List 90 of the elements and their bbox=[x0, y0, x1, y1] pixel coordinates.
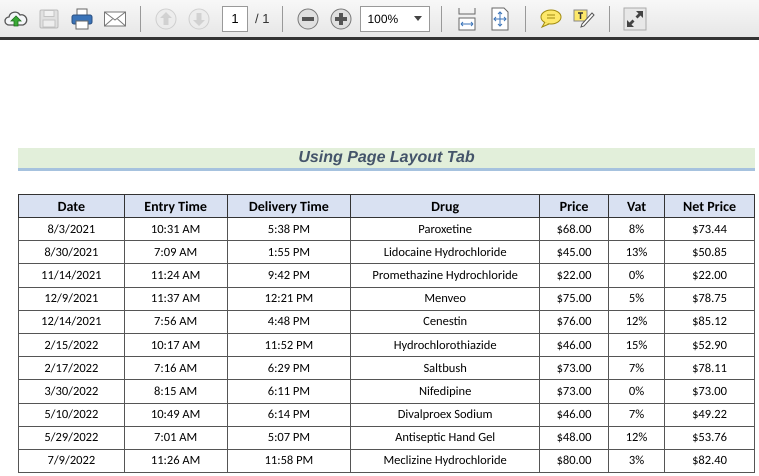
table-cell: Saltbush bbox=[350, 356, 540, 380]
table-cell: $82.40 bbox=[664, 449, 754, 473]
table-cell: 11:26 AM bbox=[124, 449, 228, 473]
table-cell: $52.90 bbox=[664, 333, 754, 357]
table-cell: 6:14 PM bbox=[227, 403, 351, 426]
table-cell: Promethazine Hydrochloride bbox=[350, 264, 540, 288]
page-number-field[interactable]: 1 bbox=[222, 6, 248, 32]
table-cell: 0% bbox=[608, 380, 665, 403]
table-cell: Antiseptic Hand Gel bbox=[350, 426, 540, 450]
expand-icon[interactable] bbox=[621, 4, 650, 32]
table-cell: $73.44 bbox=[664, 218, 754, 241]
table-cell: 10:49 AM bbox=[124, 403, 228, 426]
table-cell: 7:01 AM bbox=[124, 426, 228, 450]
table-cell: 7% bbox=[608, 356, 665, 380]
table-cell: 3% bbox=[608, 449, 665, 473]
table-cell: $53.76 bbox=[664, 426, 754, 450]
table-cell: 12/9/2021 bbox=[18, 287, 124, 310]
table-cell: 12/14/2021 bbox=[18, 310, 124, 334]
table-cell: 5/10/2022 bbox=[18, 403, 124, 426]
table-cell: Menveo bbox=[350, 287, 540, 310]
column-header: Delivery Time bbox=[227, 194, 351, 218]
table-cell: 13% bbox=[608, 240, 665, 264]
table-cell: Meclizine Hydrochloride bbox=[350, 449, 540, 473]
table-cell: $48.00 bbox=[540, 426, 609, 450]
table-cell: 1:55 PM bbox=[227, 240, 351, 264]
sheet-title: Using Page Layout Tab bbox=[18, 148, 755, 171]
table-cell: 12% bbox=[608, 310, 665, 334]
table-cell: 8/3/2021 bbox=[18, 218, 124, 241]
table-cell: Lidocaine Hydrochloride bbox=[350, 240, 540, 264]
table-cell: 11:37 AM bbox=[124, 287, 228, 310]
table-cell: 6:29 PM bbox=[227, 356, 351, 380]
zoom-dropdown[interactable]: 100% bbox=[360, 6, 430, 32]
table-cell: 8% bbox=[608, 218, 665, 241]
table-cell: $22.00 bbox=[540, 264, 609, 288]
table-cell: 0% bbox=[608, 264, 665, 288]
table-cell: 5:07 PM bbox=[227, 426, 351, 450]
table-cell: 7:09 AM bbox=[124, 240, 228, 264]
table-cell: 12% bbox=[608, 426, 665, 450]
table-cell: $50.85 bbox=[664, 240, 754, 264]
table-cell: 9:42 PM bbox=[227, 264, 351, 288]
table-cell: $46.00 bbox=[540, 333, 609, 357]
caret-icon bbox=[414, 16, 422, 21]
table-cell: 12:21 PM bbox=[227, 287, 351, 310]
table-cell: 5:38 PM bbox=[227, 218, 351, 241]
column-header: Entry Time bbox=[124, 194, 228, 218]
table-cell: 7/9/2022 bbox=[18, 449, 124, 473]
column-header: Net Price bbox=[664, 194, 754, 218]
table-cell: $73.00 bbox=[664, 380, 754, 403]
table-cell: 7:56 AM bbox=[124, 310, 228, 334]
table-cell: $85.12 bbox=[664, 310, 754, 334]
table-cell: Divalproex Sodium bbox=[350, 403, 540, 426]
table-cell: $78.75 bbox=[664, 287, 754, 310]
table-cell: 11:24 AM bbox=[124, 264, 228, 288]
column-header: Price bbox=[540, 194, 609, 218]
table-cell: 5/29/2022 bbox=[18, 426, 124, 450]
table-cell: 11:52 PM bbox=[227, 333, 351, 357]
table-cell: $78.11 bbox=[664, 356, 754, 380]
table-cell: 6:11 PM bbox=[227, 380, 351, 403]
table-cell: $68.00 bbox=[540, 218, 609, 241]
table-cell: $73.00 bbox=[540, 380, 609, 403]
table-cell: 11/14/2021 bbox=[18, 264, 124, 288]
table-cell: $75.00 bbox=[540, 287, 609, 310]
table-cell: 8:15 AM bbox=[124, 380, 228, 403]
table-cell: 10:31 AM bbox=[124, 218, 228, 241]
table-cell: 7:16 AM bbox=[124, 356, 228, 380]
table-cell: 3/30/2022 bbox=[18, 380, 124, 403]
table-cell: Paroxetine bbox=[350, 218, 540, 241]
table-cell: 2/17/2022 bbox=[18, 356, 124, 380]
table-cell: Cenestin bbox=[350, 310, 540, 334]
page-count: / 1 bbox=[255, 11, 270, 26]
table-cell: 2/15/2022 bbox=[18, 333, 124, 357]
table-cell: $49.22 bbox=[664, 403, 754, 426]
column-header: Drug bbox=[350, 194, 540, 218]
table-cell: 5% bbox=[608, 287, 665, 310]
table-cell: 10:17 AM bbox=[124, 333, 228, 357]
table-cell: Nifedipine bbox=[350, 380, 540, 403]
table-cell: $80.00 bbox=[540, 449, 609, 473]
table-cell: 4:48 PM bbox=[227, 310, 351, 334]
column-header: Date bbox=[18, 194, 124, 218]
table-cell: 15% bbox=[608, 333, 665, 357]
table-cell: Hydrochlorothiazide bbox=[350, 333, 540, 357]
table-cell: $46.00 bbox=[540, 403, 609, 426]
table-cell: 11:58 PM bbox=[227, 449, 351, 473]
table-cell: $22.00 bbox=[664, 264, 754, 288]
table-cell: $73.00 bbox=[540, 356, 609, 380]
table-cell: $45.00 bbox=[540, 240, 609, 264]
table-cell: $76.00 bbox=[540, 310, 609, 334]
table-cell: 7% bbox=[608, 403, 665, 426]
column-header: Vat bbox=[608, 194, 665, 218]
table-cell: 8/30/2021 bbox=[18, 240, 124, 264]
